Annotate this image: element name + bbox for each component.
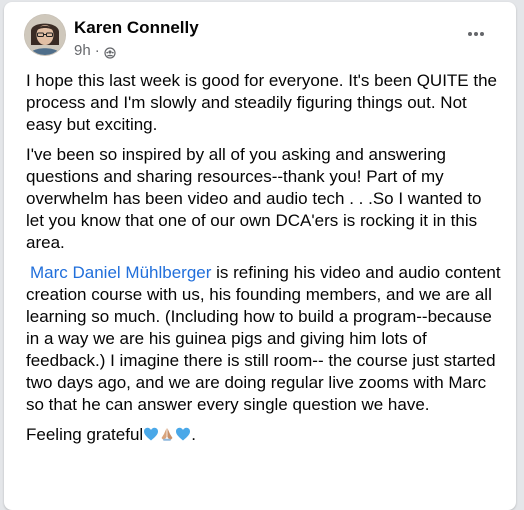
- post-timestamp[interactable]: 9h: [74, 42, 91, 59]
- post-paragraph: I hope this last week is good for everyo…: [26, 71, 497, 134]
- post-paragraph-text: is refining his video and audio content …: [26, 263, 501, 414]
- more-options-button[interactable]: [460, 18, 492, 50]
- blue-heart-icon: [143, 426, 159, 442]
- post-meta: 9h ·: [74, 42, 116, 59]
- folded-hands-icon: [159, 426, 175, 442]
- post-closing: Feeling grateful.: [26, 424, 504, 446]
- user-mention-link[interactable]: Marc Daniel Mühlberger: [26, 263, 211, 282]
- closing-text: Feeling grateful: [26, 425, 144, 444]
- post-header: Karen Connelly 9h ·: [24, 14, 500, 62]
- avatar-image: [25, 15, 65, 55]
- author-avatar[interactable]: [24, 14, 66, 56]
- author-name[interactable]: Karen Connelly: [74, 18, 199, 38]
- group-icon: [104, 46, 116, 59]
- post-card: Karen Connelly 9h · I hope this last wee…: [4, 2, 516, 510]
- closing-period: .: [191, 425, 196, 444]
- more-horizontal-icon: [468, 32, 484, 36]
- blue-heart-icon: [175, 426, 191, 442]
- post-body: I hope this last week is good for everyo…: [26, 70, 504, 454]
- post-paragraph: I've been so inspired by all of you aski…: [26, 145, 482, 252]
- meta-separator: ·: [94, 42, 100, 59]
- post-paragraph-with-mention: Marc Daniel Mühlberger is refining his v…: [26, 262, 504, 416]
